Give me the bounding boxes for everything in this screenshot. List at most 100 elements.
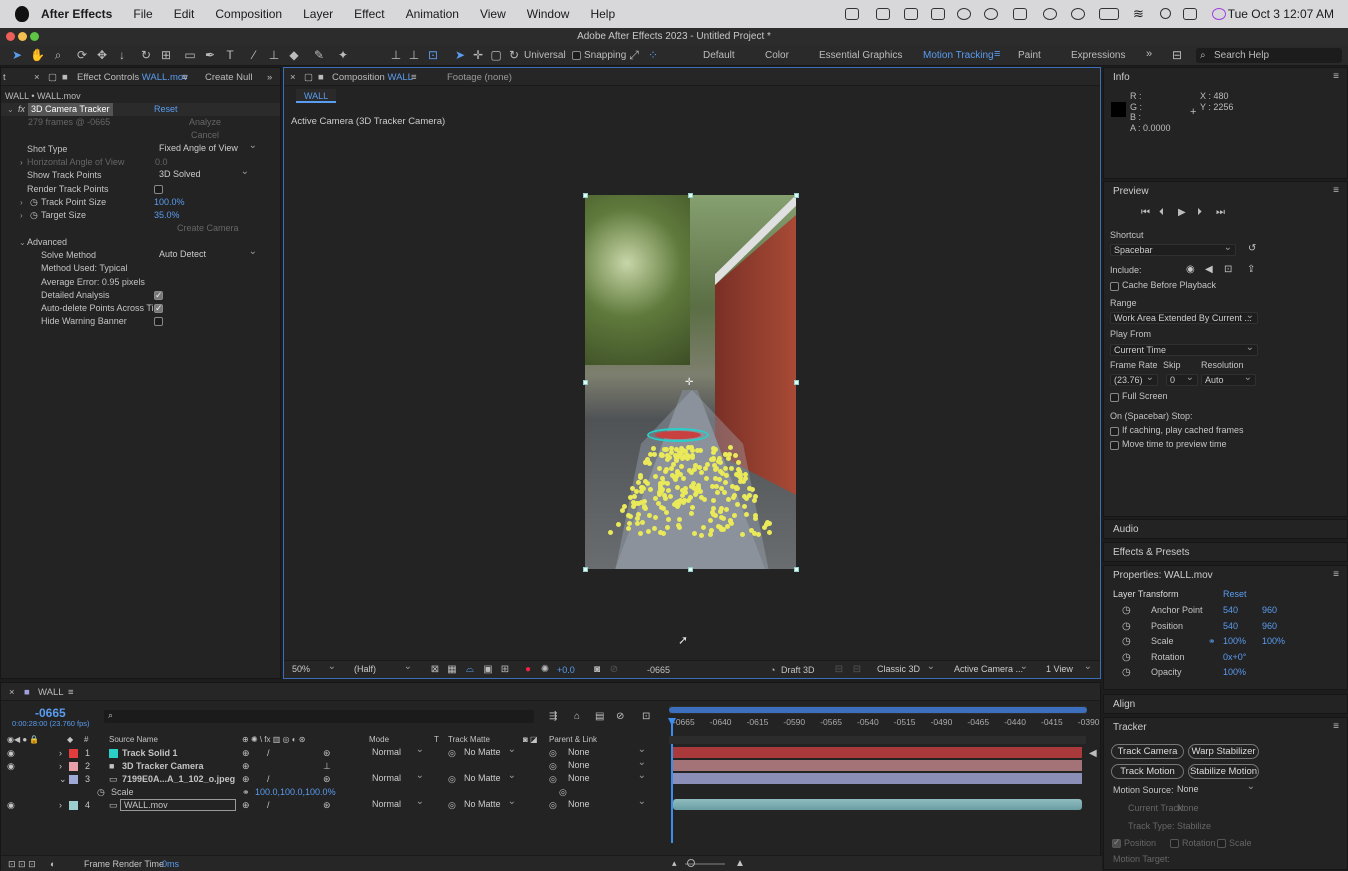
draft-3d-icon[interactable]: ◔: [770, 665, 775, 675]
track-point[interactable]: [664, 447, 669, 452]
display-icon[interactable]: [1013, 8, 1027, 20]
workspace-color[interactable]: Color: [765, 50, 789, 61]
track-point[interactable]: [638, 531, 643, 536]
layer-row[interactable]: ◉ › 2 ■ 3D Tracker Camera ⊕ ⊥ ◎ None: [1, 757, 666, 773]
handle-tr[interactable]: [794, 193, 799, 198]
move-time-checkbox[interactable]: [1110, 441, 1119, 450]
track-point[interactable]: [632, 494, 637, 499]
property-value-2[interactable]: 100%: [1262, 636, 1285, 646]
expand-layer-icon[interactable]: ›: [59, 747, 62, 760]
analyze-button[interactable]: Analyze: [189, 116, 221, 129]
track-point[interactable]: [681, 500, 686, 505]
track-point[interactable]: [643, 479, 648, 484]
time-machine-icon[interactable]: [1071, 8, 1085, 20]
handle-ml[interactable]: [583, 380, 588, 385]
tab-footage[interactable]: Footage (none): [447, 72, 512, 83]
work-area-range[interactable]: [669, 707, 1087, 713]
layer-name[interactable]: 3D Tracker Camera: [122, 760, 204, 773]
track-point[interactable]: [701, 525, 706, 530]
track-point[interactable]: [659, 452, 664, 457]
clock[interactable]: Tue Oct 3 12:07 AM: [1228, 7, 1334, 21]
shy-icon[interactable]: ⊕: [242, 773, 250, 786]
exposure-icon[interactable]: ✺: [538, 663, 552, 677]
track-point[interactable]: [743, 472, 748, 477]
target-size-value[interactable]: 35.0%: [154, 209, 180, 222]
expand-advanced-icon[interactable]: ⌄: [19, 236, 26, 249]
tab-effect-controls[interactable]: Effect Controls WALL.mov: [77, 72, 188, 83]
track-point[interactable]: [663, 496, 668, 501]
cancel-button[interactable]: Cancel: [191, 129, 219, 142]
renderer-dropdown[interactable]: Classic 3D: [874, 661, 938, 676]
transparency-grid-icon[interactable]: ▦: [445, 663, 459, 677]
track-point[interactable]: [657, 466, 662, 471]
track-point[interactable]: [664, 467, 669, 472]
layer-mode-dropdown[interactable]: Normal: [369, 770, 427, 785]
track-point[interactable]: [627, 521, 632, 526]
include-overlays-icon[interactable]: ⊡: [1224, 264, 1232, 275]
ground-plane-icon[interactable]: ⊟: [850, 663, 864, 677]
track-point[interactable]: [631, 500, 636, 505]
quality-icon[interactable]: /: [267, 799, 270, 812]
search-icon[interactable]: [1160, 8, 1171, 19]
track-point[interactable]: [699, 470, 704, 475]
tab-create-null[interactable]: Create Null: [205, 72, 253, 83]
track-point[interactable]: [690, 505, 695, 510]
menu-file[interactable]: File: [133, 7, 152, 21]
expand-layer-icon[interactable]: ›: [59, 760, 62, 773]
handle-tc[interactable]: [688, 193, 693, 198]
track-point[interactable]: [695, 448, 700, 453]
quality-icon[interactable]: /: [267, 747, 270, 760]
puppet-tool-icon[interactable]: ✦: [336, 48, 350, 62]
expand-hfov-icon[interactable]: ›: [20, 156, 23, 169]
universal-select-icon[interactable]: ➤: [453, 48, 467, 62]
track-point[interactable]: [724, 507, 729, 512]
3d-layer-icon[interactable]: ⊛: [323, 747, 331, 760]
close-tab-icon[interactable]: ×: [290, 72, 296, 83]
constrain-link-icon[interactable]: ⚭: [242, 786, 250, 799]
track-point[interactable]: [732, 513, 737, 518]
more-workspaces-icon[interactable]: »: [1146, 48, 1152, 60]
effects-presets-panel[interactable]: Effects & Presets: [1103, 542, 1348, 562]
quality-icon[interactable]: /: [267, 773, 270, 786]
control-center-icon[interactable]: [1183, 8, 1197, 20]
handle-br[interactable]: [794, 567, 799, 572]
channels-icon[interactable]: ●: [521, 663, 535, 677]
3d-layer-icon[interactable]: ⊛: [323, 773, 331, 786]
resolution-dropdown[interactable]: (Half): [351, 661, 415, 676]
menu-edit[interactable]: Edit: [174, 7, 195, 21]
tab-timeline-wall[interactable]: WALL: [38, 687, 64, 698]
expand-tp-size-icon[interactable]: ›: [20, 196, 23, 209]
effects-presets-title[interactable]: Effects & Presets: [1113, 547, 1190, 558]
workspace-default[interactable]: Default: [703, 50, 735, 61]
snapshot-icon[interactable]: ◙: [590, 663, 604, 677]
track-point[interactable]: [723, 480, 728, 485]
track-matte-dropdown[interactable]: No Matte: [461, 796, 519, 811]
pen-tool-icon[interactable]: ✒: [203, 48, 217, 62]
solve-method-dropdown[interactable]: Auto Detect: [156, 246, 260, 261]
selection-tool-icon[interactable]: ➤: [10, 48, 24, 62]
stopwatch-icon[interactable]: ◷: [30, 196, 38, 209]
range-dropdown[interactable]: Work Area Extended By Current ...: [1110, 310, 1258, 324]
parent-dropdown[interactable]: None: [565, 757, 649, 772]
stopwatch-icon[interactable]: ◷: [1122, 605, 1131, 616]
include-video-icon[interactable]: ◉: [1186, 264, 1195, 275]
track-point[interactable]: [726, 456, 731, 461]
track-point[interactable]: [718, 509, 723, 514]
dropbox-icon[interactable]: [931, 8, 945, 20]
camera-switch-icon[interactable]: ⊥: [323, 760, 331, 773]
views-dropdown[interactable]: 1 View: [1043, 661, 1095, 676]
track-point[interactable]: [702, 497, 707, 502]
audio-title[interactable]: Audio: [1113, 524, 1139, 535]
track-point[interactable]: [723, 466, 728, 471]
roto-brush-tool-icon[interactable]: ✎: [312, 48, 326, 62]
exposure-value[interactable]: +0.0: [557, 665, 575, 675]
menu-help[interactable]: Help: [590, 7, 615, 21]
axis-world-icon[interactable]: ⊥: [407, 48, 421, 62]
track-point[interactable]: [657, 492, 662, 497]
track-point[interactable]: [639, 489, 644, 494]
track-point[interactable]: [765, 520, 770, 525]
app-icon[interactable]: [957, 8, 971, 20]
shy-icon[interactable]: ⊕: [242, 760, 250, 773]
video-visibility-icon[interactable]: ◉: [7, 760, 15, 773]
zoom-in-icon[interactable]: ▲: [735, 858, 745, 869]
